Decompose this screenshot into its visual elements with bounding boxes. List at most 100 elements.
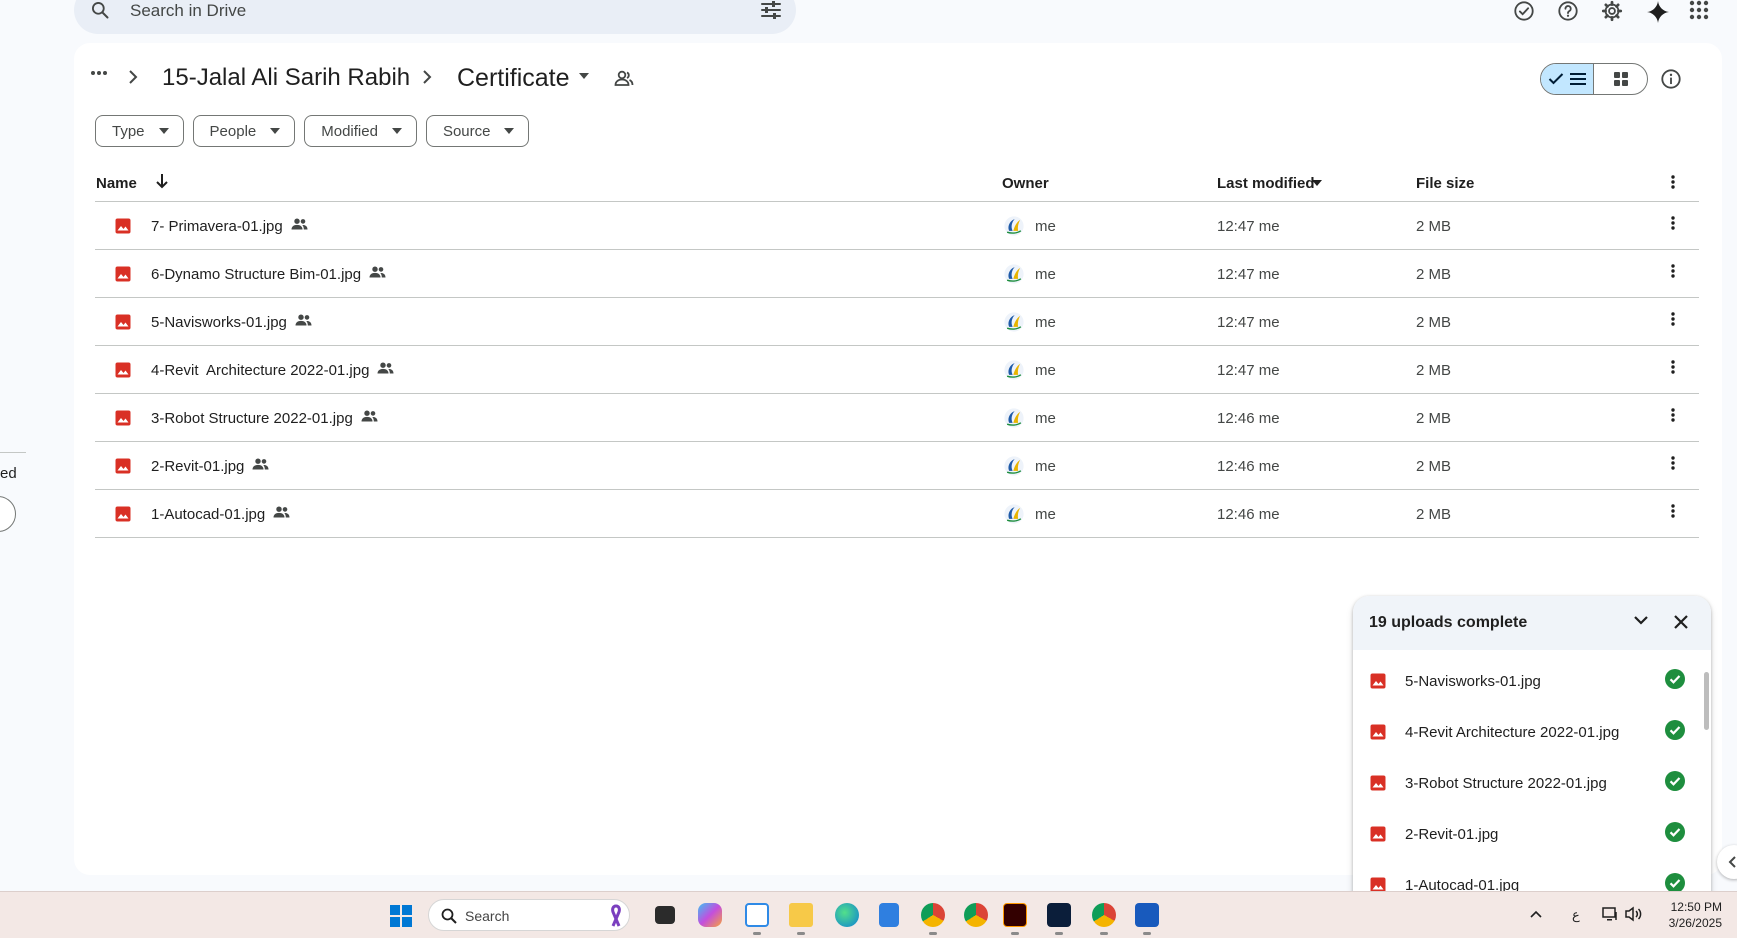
list-view-button[interactable] (1541, 64, 1595, 94)
column-header-owner[interactable]: Owner (1002, 175, 1049, 192)
table-row[interactable]: 5-Navisworks-01.jpg me 12:47 me 2 MB (95, 298, 1699, 346)
owner-avatar (1003, 455, 1025, 477)
shared-icon (369, 266, 386, 278)
more-actions-icon[interactable] (1671, 504, 1675, 518)
apps-grid-icon[interactable] (1689, 0, 1709, 20)
last-modified: 12:47 me (1217, 362, 1280, 379)
upload-item[interactable]: 4-Revit Architecture 2022-01.jpg (1353, 707, 1711, 757)
column-header-file-size[interactable]: File size (1416, 175, 1474, 192)
sort-caret-icon[interactable] (1312, 180, 1322, 186)
column-header-name[interactable]: Name (96, 175, 137, 192)
side-panel-toggle[interactable] (1717, 845, 1737, 879)
column-header-last-modified[interactable]: Last modified (1217, 175, 1315, 192)
upload-complete-check-icon (1665, 720, 1685, 740)
volume-icon[interactable] (1624, 906, 1644, 922)
ready-offline-icon[interactable] (1513, 0, 1535, 22)
taskbar-search-box[interactable]: Search (428, 899, 630, 931)
help-icon[interactable] (1557, 0, 1579, 22)
more-actions-icon[interactable] (1671, 456, 1675, 470)
search-input[interactable]: Search in Drive (130, 1, 246, 21)
more-actions-icon[interactable] (1671, 360, 1675, 374)
folder-menu-caret-icon[interactable] (578, 72, 590, 80)
account-avatar[interactable] (1733, 0, 1737, 26)
settings-gear-icon[interactable] (1601, 0, 1623, 22)
file-name[interactable]: 5-Navisworks-01.jpg (151, 314, 287, 331)
sidebar-fragment-button[interactable] (0, 496, 16, 532)
awareness-ribbon-icon (608, 904, 624, 928)
shared-icon (295, 314, 312, 326)
filter-modified-chip[interactable]: Modified (304, 115, 417, 147)
audio-app-icon[interactable] (1047, 903, 1071, 927)
running-indicator (797, 932, 805, 935)
table-row[interactable]: 6-Dynamo Structure Bim-01.jpg me 12:47 me 2… (95, 250, 1699, 298)
table-row[interactable]: 4-Revit Architecture 2022-01.jpg me 12:47 … (95, 346, 1699, 394)
file-name[interactable]: 6-Dynamo Structure Bim-01.jpg (151, 266, 361, 283)
snipping-tool-icon[interactable] (745, 903, 769, 927)
grid-view-button[interactable] (1594, 64, 1647, 94)
system-clock[interactable]: 12:50 PM 3/26/2025 (1660, 899, 1722, 931)
modified-time: 12:47 (1217, 218, 1255, 235)
details-info-icon[interactable] (1660, 68, 1682, 90)
image-file-icon (115, 218, 131, 234)
copilot-icon[interactable] (698, 903, 722, 927)
filter-people-chip[interactable]: People (192, 115, 296, 147)
more-actions-icon[interactable] (1671, 264, 1675, 278)
chevron-up-icon[interactable] (1530, 910, 1542, 918)
network-icon[interactable] (1602, 906, 1620, 922)
word-icon[interactable] (1135, 903, 1159, 927)
upload-status-title: 19 uploads complete (1369, 614, 1528, 631)
illustrator-icon[interactable] (1003, 903, 1027, 927)
shared-folder-icon[interactable] (614, 69, 634, 87)
windows-start-icon[interactable] (390, 905, 412, 927)
dropdown-caret-icon (504, 128, 515, 134)
search-icon[interactable] (90, 0, 110, 20)
image-file-icon (1370, 673, 1386, 689)
upload-item[interactable]: 3-Robot Structure 2022-01.jpg (1353, 758, 1711, 808)
column-options-icon[interactable] (1671, 175, 1675, 189)
file-explorer-icon[interactable] (789, 903, 813, 927)
more-actions-icon[interactable] (1671, 312, 1675, 326)
upload-item[interactable]: 2-Revit-01.jpg (1353, 809, 1711, 859)
table-row[interactable]: 2-Revit-01.jpg me 12:46 me 2 MB (95, 442, 1699, 490)
more-actions-icon[interactable] (1671, 408, 1675, 422)
edge-browser-icon[interactable] (835, 903, 859, 927)
modified-time: 12:47 (1217, 362, 1255, 379)
file-name[interactable]: 3-Robot Structure 2022-01.jpg (151, 410, 353, 427)
modified-by: me (1258, 314, 1280, 331)
table-row[interactable]: 7- Primavera-01.jpg me 12:47 me 2 MB (95, 202, 1699, 250)
input-language-indicator[interactable]: ع (1572, 907, 1580, 923)
file-name[interactable]: 7- Primavera-01.jpg (151, 218, 283, 235)
file-rows: 7- Primavera-01.jpg me 12:47 me 2 MB 6-Dynam… (95, 202, 1699, 538)
chevron-left-icon (1728, 856, 1736, 868)
filter-source-chip[interactable]: Source (425, 115, 530, 147)
file-name[interactable]: 4-Revit Architecture 2022-01.jpg (151, 362, 369, 379)
taskbar-search-label: Search (465, 908, 510, 924)
file-name[interactable]: 1-Autocad-01.jpg (151, 506, 265, 523)
filter-type-chip[interactable]: Type (95, 115, 184, 147)
task-view-icon[interactable] (655, 906, 675, 924)
breadcrumb-more-icon[interactable] (90, 70, 108, 76)
table-row[interactable]: 1-Autocad-01.jpg me 12:46 me 2 MB (95, 490, 1699, 538)
breadcrumb-parent-folder[interactable]: 15-Jalal Ali Sarih Rabih (162, 64, 410, 92)
table-row[interactable]: 3-Robot Structure 2022-01.jpg me 12:46 me 2… (95, 394, 1699, 442)
drive-search-bar[interactable]: Search in Drive (74, 0, 796, 34)
owner-avatar (1003, 311, 1025, 333)
gemini-sparkle-icon[interactable] (1646, 0, 1670, 24)
upload-item[interactable]: 5-Navisworks-01.jpg (1353, 656, 1711, 706)
chrome-account-icon[interactable] (1092, 903, 1116, 927)
more-actions-icon[interactable] (1671, 216, 1675, 230)
close-icon[interactable] (1673, 614, 1689, 630)
collapse-chevron-icon[interactable] (1633, 615, 1649, 625)
file-size: 2 MB (1416, 314, 1452, 331)
chrome-icon[interactable] (921, 903, 945, 927)
chrome-profile-icon[interactable] (964, 903, 988, 927)
file-name[interactable]: 2-Revit-01.jpg (151, 458, 244, 475)
image-file-icon (1370, 724, 1386, 740)
notepad-icon[interactable] (879, 903, 899, 927)
upload-panel-scrollbar[interactable] (1704, 672, 1709, 730)
image-file-icon (115, 266, 131, 282)
search-options-icon[interactable] (760, 0, 782, 20)
sort-direction-arrow-icon[interactable] (155, 173, 169, 189)
breadcrumb-current-folder[interactable]: Certificate (457, 64, 570, 93)
upload-complete-check-icon (1665, 669, 1685, 689)
